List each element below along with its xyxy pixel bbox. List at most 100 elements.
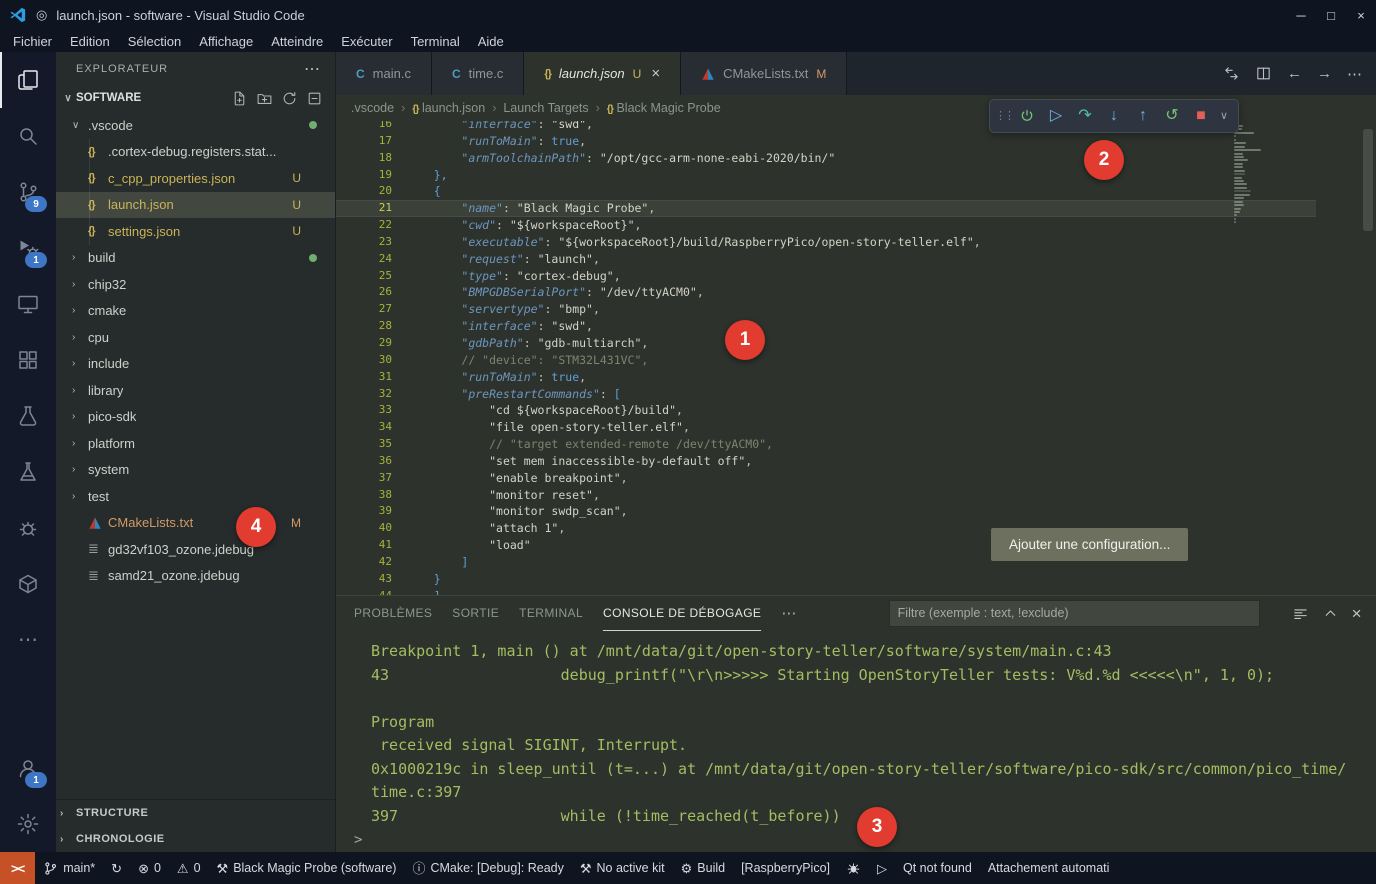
- code-line-30[interactable]: 30 // "device": "STM32L431VC",: [336, 352, 1316, 369]
- close-panel-icon[interactable]: ×: [1352, 605, 1362, 622]
- status-auto-attach[interactable]: Attachement automati: [980, 852, 1118, 884]
- tree-item-library[interactable]: ›library: [56, 377, 335, 404]
- activity-more-views[interactable]: ⋯: [0, 612, 56, 668]
- close-button[interactable]: ×: [1346, 0, 1376, 30]
- maximize-button[interactable]: □: [1316, 0, 1346, 30]
- step-over-button[interactable]: ▷: [1042, 103, 1070, 129]
- code-line-17[interactable]: 17 "runToMain": true,: [336, 133, 1316, 150]
- code-line-28[interactable]: 28 "interface": "swd",: [336, 318, 1316, 335]
- new-folder-icon[interactable]: [256, 90, 273, 107]
- tree-item-build[interactable]: ›build: [56, 245, 335, 272]
- menu-aide[interactable]: Aide: [469, 34, 513, 49]
- section-chronologie[interactable]: ›CHRONOLOGIE: [56, 826, 335, 852]
- tree-item-gd32vf103-ozone-jdebug[interactable]: ≣gd32vf103_ozone.jdebug: [56, 536, 335, 563]
- status-cmake-status[interactable]: ⓘCMake: [Debug]: Ready: [404, 852, 571, 884]
- activity-debug-adapter[interactable]: [0, 500, 56, 556]
- tree-item-cortex-debug-registers-stat[interactable]: {}.cortex-debug.registers.stat...: [56, 139, 335, 166]
- panel-tab-terminal[interactable]: TERMINAL: [519, 596, 583, 631]
- minimap[interactable]: [1234, 125, 1276, 225]
- debug-console-output[interactable]: Breakpoint 1, main () at /mnt/data/git/o…: [336, 630, 1376, 830]
- tree-item-cpu[interactable]: ›cpu: [56, 324, 335, 351]
- status-qt-status[interactable]: Qt not found: [895, 852, 980, 884]
- code-line-34[interactable]: 34 "file open-story-teller.elf",: [336, 419, 1316, 436]
- code-line-26[interactable]: 26 "BMPGDBSerialPort": "/dev/ttyACM0",: [336, 284, 1316, 301]
- split-editor-icon[interactable]: [1255, 65, 1272, 82]
- stop-dropdown-button[interactable]: ∨: [1216, 103, 1232, 129]
- code-area[interactable]: 16 "interface": "swd",17 "runToMain": tr…: [336, 121, 1316, 595]
- status-debug-target[interactable]: [838, 852, 869, 884]
- tree-item-test[interactable]: ›test: [56, 483, 335, 510]
- code-line-27[interactable]: 27 "servertype": "bmp",: [336, 301, 1316, 318]
- panel-tab-console-de-d-bogage[interactable]: CONSOLE DE DÉBOGAGE: [603, 596, 761, 631]
- step-back-button[interactable]: ↷: [1071, 103, 1099, 129]
- status-errors[interactable]: ⊗0: [130, 852, 169, 884]
- tab-launch-json[interactable]: {}launch.jsonU×: [524, 52, 681, 95]
- code-line-43[interactable]: 43 }: [336, 571, 1316, 588]
- menu-fichier[interactable]: Fichier: [4, 34, 61, 49]
- menu-s-lection[interactable]: Sélection: [119, 34, 190, 49]
- tab-time-c[interactable]: Ctime.c: [432, 52, 524, 95]
- tree-item-launch-json[interactable]: {}launch.jsonU: [56, 192, 335, 219]
- activity-settings[interactable]: [0, 796, 56, 852]
- code-line-39[interactable]: 39 "monitor swdp_scan",: [336, 503, 1316, 520]
- editor-more-actions-icon[interactable]: ⋯: [1347, 65, 1362, 83]
- tree-item-platform[interactable]: ›platform: [56, 430, 335, 457]
- breadcrumb-vscode[interactable]: .vscode: [351, 101, 394, 115]
- code-line-32[interactable]: 32 "preRestartCommands": [: [336, 386, 1316, 403]
- status-remote[interactable]: ><: [0, 852, 35, 884]
- open-changes-icon[interactable]: [1223, 65, 1240, 82]
- new-file-icon[interactable]: [231, 90, 248, 107]
- debug-console-prompt[interactable]: >: [336, 830, 1376, 852]
- status-launch-target[interactable]: ▷: [869, 852, 895, 884]
- workspace-section-header[interactable]: ∨ SOFTWARE: [56, 86, 335, 110]
- section-structure[interactable]: ›STRUCTURE: [56, 800, 335, 826]
- panel-tab-sortie[interactable]: SORTIE: [452, 596, 499, 631]
- menu-ex-cuter[interactable]: Exécuter: [332, 34, 401, 49]
- code-line-44[interactable]: 44 ]: [336, 588, 1316, 595]
- step-into-button[interactable]: ↓: [1100, 103, 1128, 129]
- grip-handle[interactable]: ⋮⋮: [996, 103, 1012, 129]
- tree-item-pico-sdk[interactable]: ›pico-sdk: [56, 404, 335, 431]
- activity-source-control[interactable]: 9: [0, 164, 56, 220]
- code-line-37[interactable]: 37 "enable breakpoint",: [336, 470, 1316, 487]
- activity-cmake-tools[interactable]: [0, 444, 56, 500]
- tree-item-samd21-ozone-jdebug[interactable]: ≣samd21_ozone.jdebug: [56, 563, 335, 590]
- activity-search[interactable]: [0, 108, 56, 164]
- tree-item-settings-json[interactable]: {}settings.jsonU: [56, 218, 335, 245]
- breadcrumb-launch-json[interactable]: {} launch.json: [412, 101, 485, 115]
- activity-accounts[interactable]: 1: [0, 740, 56, 796]
- code-editor[interactable]: 16 "interface": "swd",17 "runToMain": tr…: [336, 121, 1376, 595]
- status-git-branch[interactable]: main*: [35, 852, 103, 884]
- tree-item-vscode[interactable]: ∨.vscode: [56, 112, 335, 139]
- tree-item-c-cpp-properties-json[interactable]: {}c_cpp_properties.jsonU: [56, 165, 335, 192]
- code-line-29[interactable]: 29 "gdbPath": "gdb-multiarch",: [336, 335, 1316, 352]
- status-debug-launch-config[interactable]: ⚒Black Magic Probe (software): [209, 852, 405, 884]
- editor-scrollbar[interactable]: [1363, 129, 1373, 231]
- breadcrumb-launch-targets[interactable]: Launch Targets: [503, 101, 588, 115]
- minimize-button[interactable]: ─: [1286, 0, 1316, 30]
- status-cmake-kit[interactable]: ⚒No active kit: [572, 852, 673, 884]
- panel-more-actions[interactable]: ⋯: [781, 604, 796, 622]
- status-cmake-variant[interactable]: [RaspberryPico]: [733, 852, 838, 884]
- menu-affichage[interactable]: Affichage: [190, 34, 262, 49]
- code-line-25[interactable]: 25 "type": "cortex-debug",: [336, 268, 1316, 285]
- stop-button[interactable]: ■: [1187, 103, 1215, 129]
- code-line-19[interactable]: 19 },: [336, 167, 1316, 184]
- menu-edition[interactable]: Edition: [61, 34, 119, 49]
- code-line-22[interactable]: 22 "cwd": "${workspaceRoot}",: [336, 217, 1316, 234]
- activity-testing[interactable]: [0, 388, 56, 444]
- status-warnings[interactable]: ⚠0: [169, 852, 209, 884]
- activity-remote-explorer[interactable]: [0, 276, 56, 332]
- navigate-back-icon[interactable]: ←: [1287, 65, 1302, 82]
- close-icon[interactable]: ×: [651, 65, 660, 82]
- tree-item-chip32[interactable]: ›chip32: [56, 271, 335, 298]
- code-line-21[interactable]: 21 "name": "Black Magic Probe",: [336, 200, 1316, 217]
- code-line-23[interactable]: 23 "executable": "${workspaceRoot}/build…: [336, 234, 1316, 251]
- tree-item-cmakelists-txt[interactable]: CMakeLists.txtM: [56, 510, 335, 537]
- navigate-forward-icon[interactable]: →: [1317, 65, 1332, 82]
- activity-run-and-debug[interactable]: 1: [0, 220, 56, 276]
- menu-atteindre[interactable]: Atteindre: [262, 34, 332, 49]
- panel-tab-probl-mes[interactable]: PROBLÈMES: [354, 596, 432, 631]
- tab-main-c[interactable]: Cmain.c: [336, 52, 432, 95]
- activity-package-explorer[interactable]: [0, 556, 56, 612]
